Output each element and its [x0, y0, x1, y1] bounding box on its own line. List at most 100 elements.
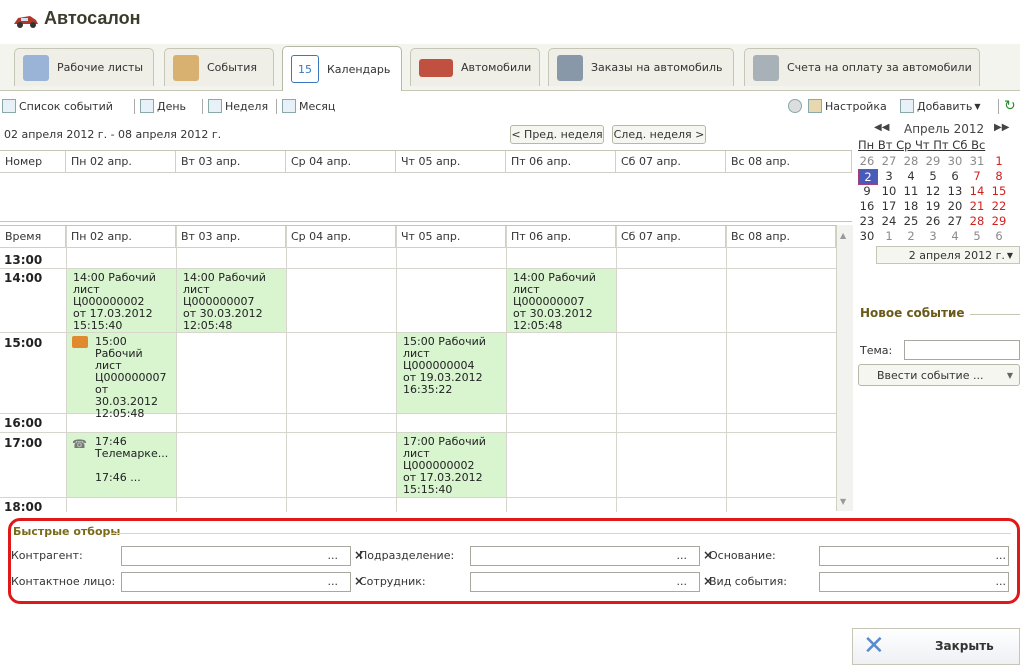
month-icon: [282, 99, 296, 113]
mini-calendar-day[interactable]: 17: [880, 199, 898, 213]
mini-calendar-day[interactable]: 25: [902, 214, 920, 228]
ellipsis-icon[interactable]: ...: [677, 575, 688, 588]
tab-label: Заказы на автомобиль: [591, 61, 723, 74]
contact-field[interactable]: ... ×: [121, 572, 364, 592]
mini-calendar-day[interactable]: 2: [858, 169, 878, 185]
calendar-event[interactable]: 17:00 Рабочий лист Ц000000002 от 17.03.2…: [397, 433, 506, 497]
mini-calendar-day[interactable]: 8: [990, 169, 1008, 183]
mini-calendar-day[interactable]: 27: [946, 214, 964, 228]
enter-event-button[interactable]: Ввести событие ... ▼: [858, 364, 1020, 386]
mini-calendar-day[interactable]: 11: [902, 184, 920, 198]
mini-calendar-day[interactable]: 27: [880, 154, 898, 168]
scroll-up-icon[interactable]: ▲: [840, 231, 846, 240]
ellipsis-icon[interactable]: ...: [996, 575, 1007, 588]
mini-calendar-day[interactable]: 6: [946, 169, 964, 183]
basis-field[interactable]: ...: [819, 546, 1009, 566]
close-button[interactable]: ✕ Закрыть: [852, 628, 1020, 665]
mini-calendar-day[interactable]: 10: [880, 184, 898, 198]
mini-calendar-day[interactable]: 9: [858, 184, 876, 198]
mini-calendar-day[interactable]: 22: [990, 199, 1008, 213]
ellipsis-icon[interactable]: ...: [996, 549, 1007, 562]
mini-calendar-day[interactable]: 4: [902, 169, 920, 183]
tab-invoices[interactable]: Счета на оплату за автомобили: [744, 48, 980, 86]
next-month-icon[interactable]: ▶▶: [994, 122, 1009, 133]
mini-calendar-day[interactable]: 7: [968, 169, 986, 183]
mini-calendar-day[interactable]: 5: [968, 229, 986, 243]
week-icon: [208, 99, 222, 113]
calendar-event[interactable]: 15:00 Рабочий лист Ц000000004 от 19.03.2…: [397, 333, 506, 413]
mini-calendar-day[interactable]: 21: [968, 199, 986, 213]
tab-work-sheets[interactable]: Рабочие листы: [14, 48, 154, 86]
mini-calendar-day[interactable]: 6: [990, 229, 1008, 243]
week-time-grid[interactable]: Время Пн 02 апр. Вт 03 апр. Ср 04 апр. Ч…: [0, 225, 852, 512]
tab-label: Рабочие листы: [57, 61, 144, 74]
day-view-button[interactable]: День: [140, 97, 186, 115]
tab-car-orders[interactable]: Заказы на автомобиль: [548, 48, 734, 86]
mini-calendar-day[interactable]: 26: [924, 214, 942, 228]
close-label: Закрыть: [935, 639, 994, 653]
mini-calendar-day[interactable]: 29: [990, 214, 1008, 228]
printer-icon: [788, 99, 802, 113]
mini-calendar-day[interactable]: 4: [946, 229, 964, 243]
selected-date-field[interactable]: 2 апреля 2012 г. ▼: [876, 246, 1020, 264]
mini-calendar-day[interactable]: 19: [924, 199, 942, 213]
topic-input[interactable]: [904, 340, 1020, 360]
prev-month-icon[interactable]: ◀◀: [874, 122, 889, 133]
event-type-field[interactable]: ...: [819, 572, 1009, 592]
ellipsis-icon[interactable]: ...: [677, 549, 688, 562]
mini-calendar-day[interactable]: 15: [990, 184, 1008, 198]
mini-calendar-day[interactable]: 20: [946, 199, 964, 213]
next-week-button[interactable]: След. неделя >: [612, 125, 706, 144]
mini-calendar-day[interactable]: 2: [902, 229, 920, 243]
calendar-event[interactable]: 14:00 Рабочий лист Ц000000002 от 17.03.2…: [67, 269, 176, 332]
add-label: Добавить: [917, 99, 973, 113]
car-icon: [419, 58, 453, 77]
mini-calendar-day[interactable]: 13: [946, 184, 964, 198]
work-sheets-icon: [23, 54, 49, 81]
prev-week-button[interactable]: < Пред. неделя: [510, 125, 604, 144]
settings-button[interactable]: Настройка: [808, 97, 887, 115]
print-button[interactable]: [788, 97, 805, 115]
mini-calendar-day[interactable]: 5: [924, 169, 942, 183]
list-icon: [2, 99, 16, 113]
tab-calendar[interactable]: 15 Календарь: [282, 46, 402, 91]
mini-calendar-day[interactable]: 3: [880, 169, 898, 183]
ellipsis-icon[interactable]: ...: [328, 549, 339, 562]
calendar-event[interactable]: 14:00 Рабочий лист Ц000000007 от 30.03.2…: [177, 269, 286, 332]
day-icon: [140, 99, 154, 113]
mini-calendar-day[interactable]: 28: [968, 214, 986, 228]
mini-calendar: ◀◀ Апрель 2012 ▶▶ Пн Вт Ср Чт Пт Сб Вс 2…: [856, 122, 1020, 268]
mini-calendar-day[interactable]: 1: [880, 229, 898, 243]
calendar-toolbar: Список событий День Неделя Месяц Настрой…: [0, 92, 1020, 120]
mini-calendar-day[interactable]: 28: [902, 154, 920, 168]
department-field[interactable]: ... ×: [470, 546, 713, 566]
add-button[interactable]: Добавить ▼: [900, 97, 981, 115]
tab-cars[interactable]: Автомобили: [410, 48, 540, 86]
mini-calendar-day[interactable]: 14: [968, 184, 986, 198]
scroll-down-icon[interactable]: ▼: [840, 497, 846, 506]
mini-calendar-day[interactable]: 30: [858, 229, 876, 243]
event-list-button[interactable]: Список событий: [2, 97, 113, 115]
mini-calendar-day[interactable]: 3: [924, 229, 942, 243]
mini-calendar-day[interactable]: 31: [968, 154, 986, 168]
mini-calendar-day[interactable]: 29: [924, 154, 942, 168]
mini-calendar-day[interactable]: 23: [858, 214, 876, 228]
calendar-event[interactable]: 14:00 Рабочий лист Ц000000007 от 30.03.2…: [507, 269, 616, 332]
month-view-button[interactable]: Месяц: [282, 97, 335, 115]
ellipsis-icon[interactable]: ...: [328, 575, 339, 588]
mini-calendar-day[interactable]: 12: [924, 184, 942, 198]
mini-calendar-day[interactable]: 30: [946, 154, 964, 168]
refresh-icon[interactable]: ↻: [1004, 97, 1016, 115]
mini-calendar-day[interactable]: 26: [858, 154, 876, 168]
employee-field[interactable]: ... ×: [470, 572, 713, 592]
mini-calendar-days[interactable]: 26 27 28 29 30 31 1 2 3 4 5 6 7 8 9 10 11 12 13 14 15 16 17 18 1…: [856, 154, 1020, 254]
tab-events[interactable]: События: [164, 48, 274, 86]
mini-calendar-day[interactable]: 1: [990, 154, 1008, 168]
mini-calendar-day[interactable]: 18: [902, 199, 920, 213]
week-view-button[interactable]: Неделя: [208, 97, 268, 115]
counterparty-field[interactable]: ... ×: [121, 546, 364, 566]
mini-calendar-day[interactable]: 24: [880, 214, 898, 228]
tools-icon: [808, 99, 822, 113]
mini-calendar-day[interactable]: 16: [858, 199, 876, 213]
vertical-scrollbar[interactable]: ▲ ▼: [836, 225, 853, 511]
